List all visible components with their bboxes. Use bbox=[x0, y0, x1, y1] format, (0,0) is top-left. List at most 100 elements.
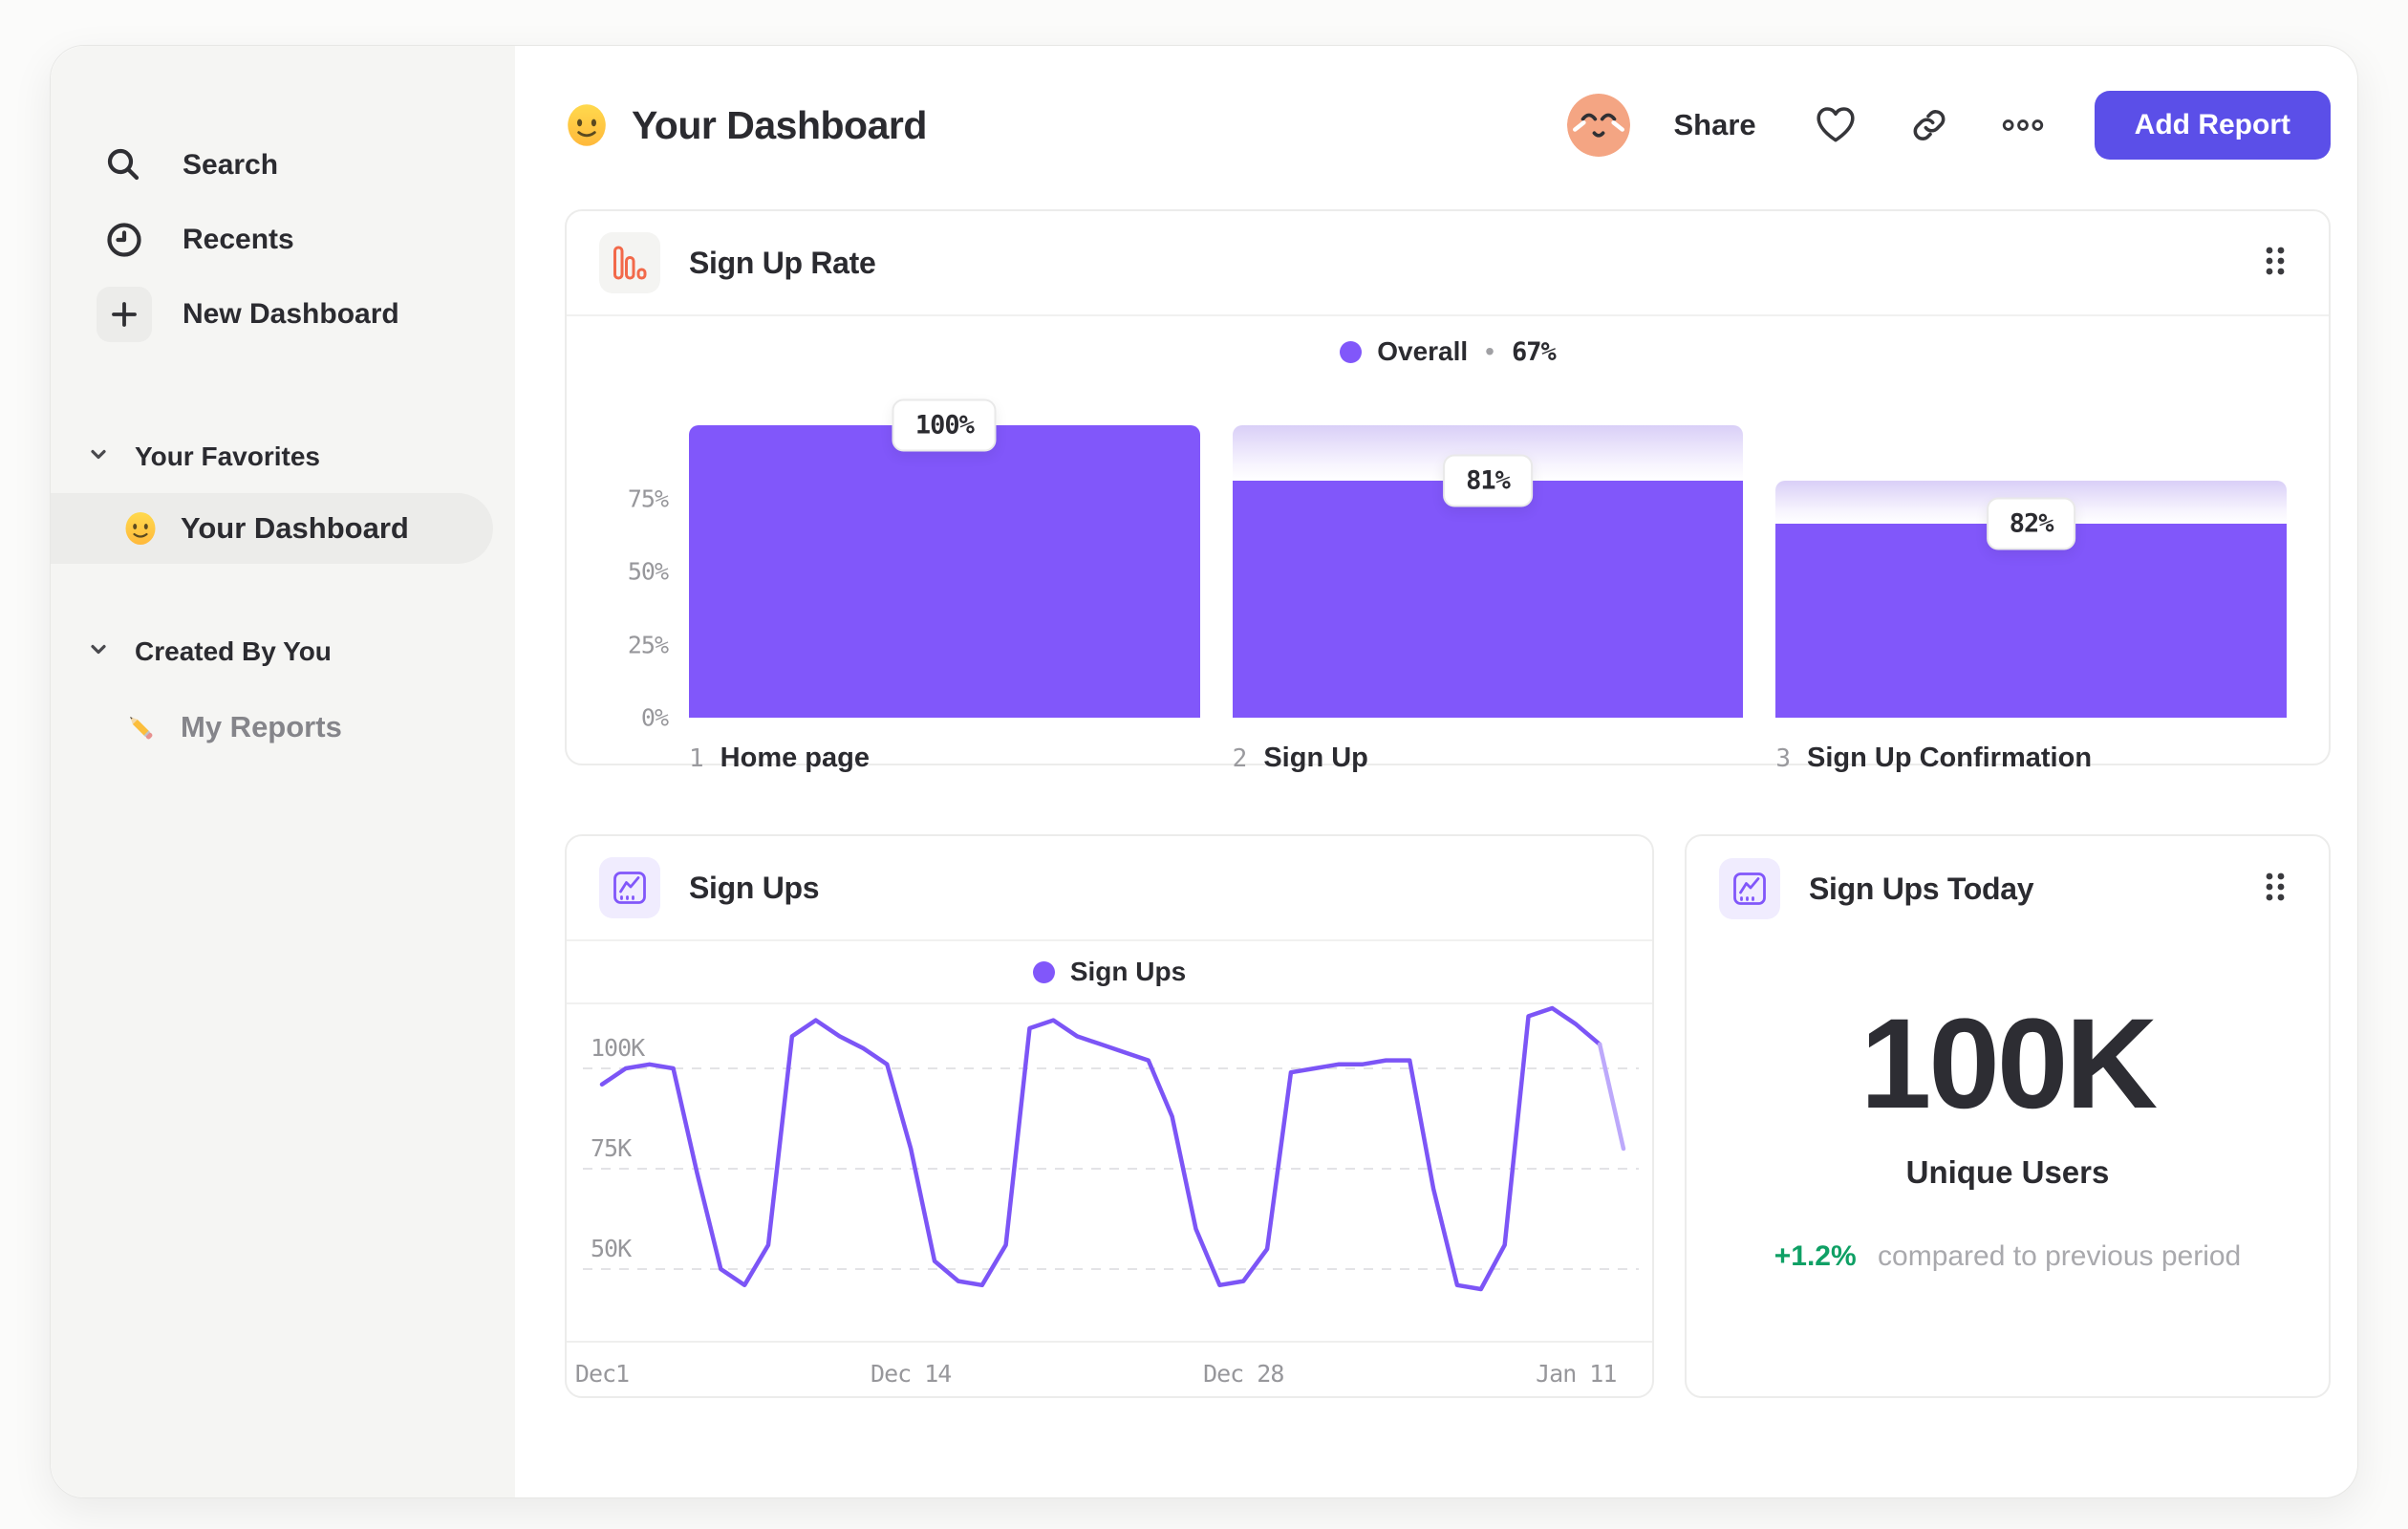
search-icon bbox=[97, 138, 152, 193]
unique-users-value: 100K bbox=[1860, 993, 2158, 1135]
drag-handle-icon[interactable] bbox=[2254, 861, 2296, 917]
x-axis-tick: Dec 28 bbox=[1203, 1360, 1284, 1388]
sidebar-item-label: My Reports bbox=[181, 710, 342, 743]
delta-row: +1.2% compared to previous period bbox=[1687, 1240, 2329, 1273]
step-name: Home page bbox=[720, 743, 870, 773]
smiley-emoji bbox=[125, 512, 156, 545]
line-x-axis: Dec1 Dec 14 Dec 28 Jan 11 bbox=[567, 1341, 1652, 1392]
legend-series-name: Sign Ups bbox=[1069, 957, 1187, 986]
page-title: Your Dashboard bbox=[632, 102, 927, 147]
plus-icon bbox=[97, 287, 152, 342]
x-axis-tick: Jan 11 bbox=[1536, 1360, 1617, 1388]
sidebar-item-recents[interactable]: Recents bbox=[97, 208, 515, 271]
bar-solid-fill bbox=[689, 425, 1200, 718]
conversion-badge: 81% bbox=[1443, 454, 1533, 507]
sidebar-item-search[interactable]: Search bbox=[97, 134, 515, 197]
funnel-x-labels: 1 Home page 2 Sign Up 3 Sign Up Confirmation bbox=[689, 743, 2287, 774]
section-label: Created By You bbox=[135, 636, 332, 666]
created-by-you-section-header[interactable]: Created By You bbox=[51, 633, 515, 671]
step-number: 1 bbox=[689, 744, 704, 773]
step-name: Sign Up Confirmation bbox=[1807, 743, 2093, 773]
funnel-chart-icon bbox=[599, 232, 660, 293]
conversion-badge: 82% bbox=[1986, 497, 2076, 550]
legend-dot bbox=[1032, 960, 1055, 983]
app-window: Search Recents New Dashboard Your Favori… bbox=[50, 45, 2358, 1498]
legend-separator: • bbox=[1485, 336, 1494, 366]
sign-ups-card-header: Sign Ups bbox=[567, 836, 1652, 941]
sidebar-item-label: Search bbox=[183, 149, 279, 181]
bar-solid-fill bbox=[1232, 481, 1744, 718]
sidebar-item-my-reports[interactable]: My Reports bbox=[51, 694, 515, 761]
funnel-y-axis: 75% 50% 25% 0% bbox=[609, 425, 689, 732]
sidebar: Search Recents New Dashboard Your Favori… bbox=[51, 46, 515, 1497]
dashboard-title-group: Your Dashboard bbox=[565, 103, 927, 148]
y-axis-tick: 75% bbox=[627, 485, 669, 512]
chevron-down-icon bbox=[87, 636, 110, 667]
y-axis-tick: 75K bbox=[591, 1134, 632, 1162]
unique-users-label: Unique Users bbox=[1905, 1154, 2110, 1190]
more-options-icon[interactable] bbox=[2001, 103, 2045, 147]
dashboard-header: Your Dashboard Share Add Report bbox=[565, 73, 2331, 178]
line-chart-icon bbox=[599, 857, 660, 918]
header-actions: Share Add Report bbox=[1566, 91, 2331, 160]
sidebar-item-label: New Dashboard bbox=[183, 298, 399, 330]
y-axis-tick: 0% bbox=[640, 703, 669, 732]
sidebar-section-favorites: Your Favorites Your Dashboard bbox=[51, 438, 515, 564]
legend-dot bbox=[1340, 340, 1363, 363]
funnel-bars: 100% 81% 82% bbox=[689, 398, 2288, 718]
y-axis-tick: 50K bbox=[591, 1235, 632, 1262]
funnel-legend: Overall • 67% bbox=[567, 316, 2329, 387]
main-content: Your Dashboard Share Add Report Sign Up … bbox=[515, 46, 2357, 1497]
sidebar-item-new-dashboard[interactable]: New Dashboard bbox=[97, 283, 515, 346]
line-chart: 100K 75K 50K bbox=[583, 1004, 1639, 1341]
funnel-step-bar[interactable]: 82% bbox=[1775, 425, 2288, 718]
y-axis-tick: 25% bbox=[627, 631, 669, 658]
y-axis-tick: 100K bbox=[591, 1034, 645, 1062]
sidebar-item-label: Your Dashboard bbox=[181, 511, 409, 545]
funnel-step-bar[interactable]: 81% bbox=[1232, 425, 1744, 718]
card-title: Sign Ups bbox=[689, 870, 820, 905]
sign-ups-today-card: Sign Ups Today 100K Unique Users +1.2% c… bbox=[1685, 834, 2331, 1398]
funnel-chart: 75% 50% 25% 0% 100% 81% 82% bbox=[567, 387, 2329, 732]
sign-ups-today-card-header: Sign Ups Today bbox=[1687, 836, 2329, 941]
section-label: Your Favorites bbox=[135, 441, 320, 471]
legend-series-name: Overall bbox=[1377, 336, 1469, 366]
y-axis-tick: 50% bbox=[627, 557, 669, 586]
chevron-down-icon bbox=[87, 441, 110, 472]
line-chart-icon bbox=[1719, 858, 1780, 919]
sidebar-item-label: Recents bbox=[183, 224, 294, 255]
x-axis-tick: Dec1 bbox=[574, 1360, 630, 1388]
share-button[interactable]: Share bbox=[1674, 108, 1756, 142]
x-axis-tick: Dec 14 bbox=[871, 1360, 952, 1388]
drag-handle-icon[interactable] bbox=[2254, 235, 2296, 291]
card-title: Sign Ups Today bbox=[1809, 871, 2034, 906]
conversion-badge: 100% bbox=[892, 398, 997, 452]
copy-link-icon[interactable] bbox=[1907, 103, 1951, 147]
pencil-emoji bbox=[130, 717, 153, 740]
card-title: Sign Up Rate bbox=[689, 245, 876, 280]
sidebar-section-created-by-you: Created By You My Reports bbox=[51, 633, 515, 761]
delta-note: compared to previous period bbox=[1878, 1240, 2242, 1272]
step-number: 3 bbox=[1775, 744, 1791, 773]
sign-ups-card: Sign Ups Sign Ups 100K 75K 50K Dec1 Dec 14 D… bbox=[565, 834, 1654, 1398]
step-number: 2 bbox=[1232, 744, 1248, 773]
step-name: Sign Up bbox=[1263, 743, 1368, 773]
smiley-emoji bbox=[568, 104, 606, 146]
add-report-button[interactable]: Add Report bbox=[2094, 91, 2331, 160]
legend-value: 67% bbox=[1511, 336, 1557, 367]
favorites-section-header[interactable]: Your Favorites bbox=[51, 438, 515, 476]
sign-up-rate-card: Sign Up Rate Overall • 67% 75% 50% 25% 0% 1… bbox=[565, 209, 2331, 773]
delta-value: +1.2% bbox=[1774, 1240, 1857, 1272]
line-legend: Sign Ups bbox=[567, 941, 1652, 1004]
funnel-step-label: 1 Home page bbox=[689, 743, 1200, 774]
sidebar-item-your-dashboard[interactable]: Your Dashboard bbox=[51, 493, 493, 564]
cards-row: Sign Ups Sign Ups 100K 75K 50K Dec1 Dec 14 D… bbox=[565, 834, 2331, 1398]
bar-solid-fill bbox=[1775, 523, 2288, 718]
favorite-heart-icon[interactable] bbox=[1814, 103, 1858, 147]
funnel-step-label: 2 Sign Up bbox=[1233, 743, 1744, 774]
funnel-step-label: 3 Sign Up Confirmation bbox=[1775, 743, 2287, 774]
user-avatar[interactable] bbox=[1566, 94, 1630, 157]
sign-up-rate-card-header: Sign Up Rate bbox=[567, 211, 2329, 316]
funnel-step-bar[interactable]: 100% bbox=[689, 398, 1200, 718]
clock-icon bbox=[97, 212, 152, 268]
